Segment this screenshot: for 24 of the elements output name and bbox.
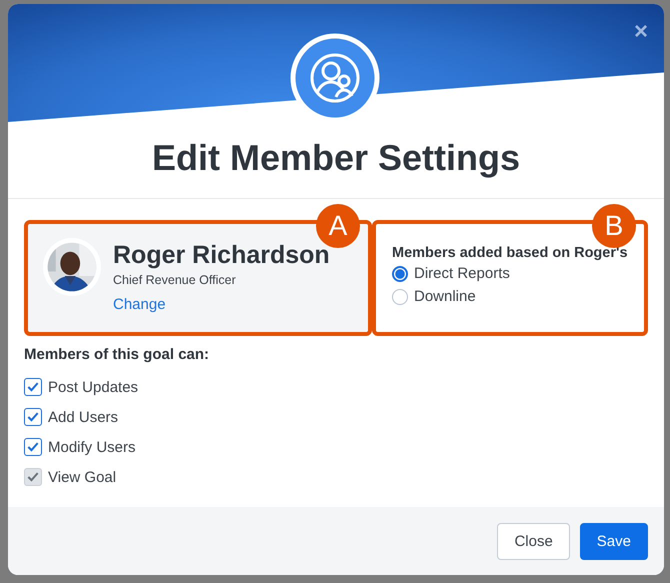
checkbox-label: Modify Users <box>48 438 136 456</box>
checkmark-icon <box>26 440 40 454</box>
checkbox[interactable] <box>24 378 42 396</box>
checkbox-label: View Goal <box>48 468 116 486</box>
checkbox-label: Post Updates <box>48 378 138 396</box>
save-button[interactable]: Save <box>580 522 648 560</box>
section-heading: Members of this goal can: <box>24 346 210 364</box>
option-label: Direct Reports <box>414 265 510 282</box>
close-button[interactable]: × <box>634 20 648 44</box>
checkbox[interactable] <box>24 408 42 426</box>
callout-badge: B <box>592 204 636 248</box>
radio-button[interactable] <box>392 288 408 304</box>
checkmark-icon <box>26 380 40 394</box>
close-button[interactable]: Close <box>497 522 570 560</box>
radio-button[interactable] <box>392 266 408 282</box>
change-link[interactable]: Change <box>113 295 166 315</box>
checkbox[interactable] <box>24 438 42 456</box>
checkmark-icon <box>26 410 40 424</box>
member-role: Chief Revenue Officer <box>113 272 236 288</box>
checkmark-icon <box>26 470 40 484</box>
dialog-title: Edit Member Settings <box>8 137 664 199</box>
option-label: Downline <box>414 288 476 305</box>
callout-badge: A <box>316 204 360 248</box>
checkbox-label: Add Users <box>48 408 118 426</box>
